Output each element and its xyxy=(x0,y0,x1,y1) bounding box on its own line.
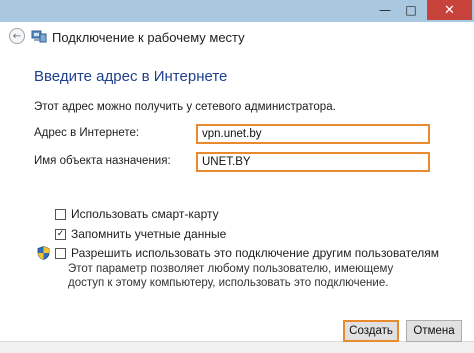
uac-shield-icon xyxy=(37,246,50,260)
title-bar: — □ ✕ xyxy=(0,0,474,22)
dialog-header: ← Подключение к рабочему месту xyxy=(0,22,474,52)
remember-credentials-label: Запомнить учетные данные xyxy=(71,227,227,241)
share-connection-option[interactable]: Разрешить использовать это подключение д… xyxy=(55,246,439,260)
back-arrow-icon[interactable]: ← xyxy=(9,28,25,44)
title-bar-controls: — □ ✕ xyxy=(372,0,474,22)
smart-card-option[interactable]: Использовать смарт-карту xyxy=(55,207,219,221)
share-connection-label: Разрешить использовать это подключение д… xyxy=(71,246,440,260)
share-connection-checkbox[interactable] xyxy=(55,247,66,259)
destination-name-label: Имя объекта назначения: xyxy=(34,155,171,167)
remember-credentials-option[interactable]: ✓ Запомнить учетные данные xyxy=(55,227,226,241)
maximize-button[interactable]: □ xyxy=(398,0,424,20)
minimize-button[interactable]: — xyxy=(372,0,398,20)
window-title: Подключение к рабочему месту xyxy=(52,30,245,45)
create-button[interactable]: Создать xyxy=(343,320,399,342)
dialog-window xyxy=(0,0,474,352)
share-note: Этот параметр позволяет любому пользоват… xyxy=(68,263,394,289)
page-heading: Введите адрес в Интернете xyxy=(34,68,228,85)
close-button[interactable]: ✕ xyxy=(427,0,472,20)
address-label: Адрес в Интернете: xyxy=(34,127,140,139)
remember-credentials-checkbox[interactable]: ✓ xyxy=(55,228,66,240)
cancel-button[interactable]: Отмена xyxy=(406,320,462,342)
dialog-footer xyxy=(0,341,474,353)
address-input[interactable] xyxy=(196,124,430,144)
smart-card-label: Использовать смарт-карту xyxy=(71,207,219,221)
page-description: Этот адрес можно получить у сетевого адм… xyxy=(34,101,336,113)
destination-name-input[interactable] xyxy=(196,152,430,172)
smart-card-checkbox[interactable] xyxy=(55,208,66,220)
network-icon xyxy=(31,30,47,43)
